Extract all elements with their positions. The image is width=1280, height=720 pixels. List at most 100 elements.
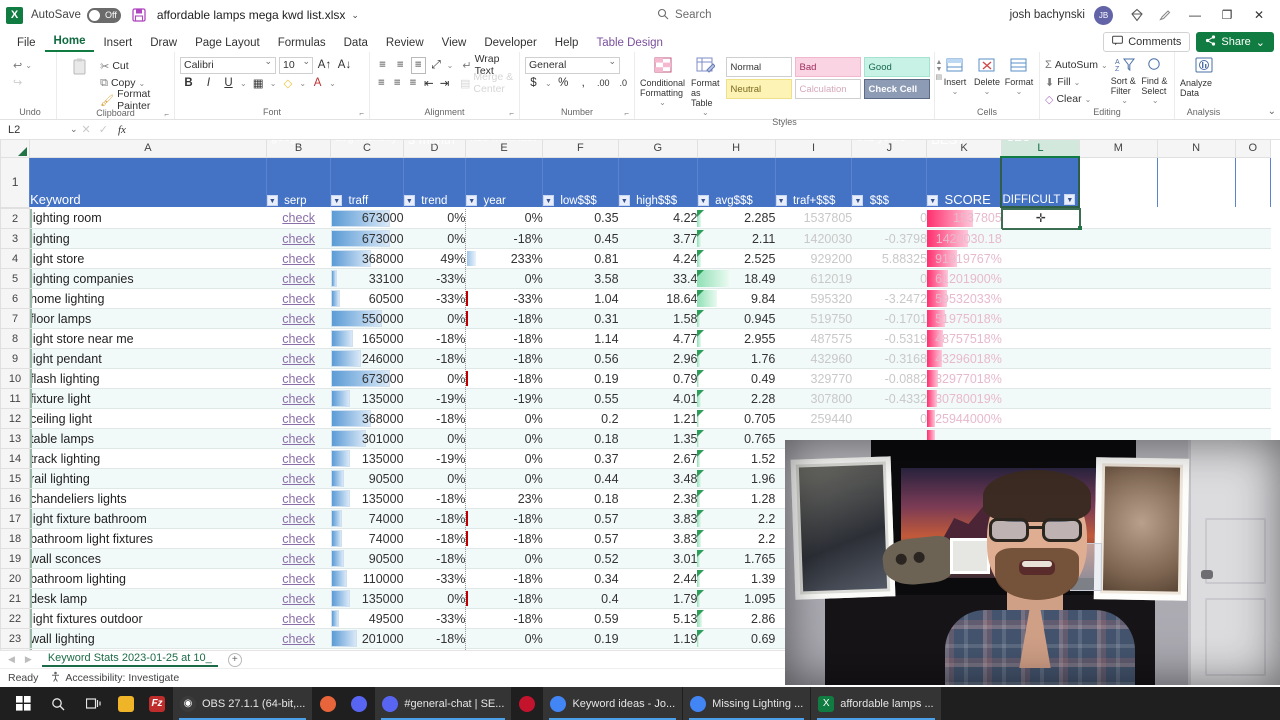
cell-seo-difficulty[interactable] [1001, 408, 1080, 429]
cell-rise-from-last-year[interactable]: -33% [465, 288, 543, 309]
tab-formulas[interactable]: Formulas [269, 35, 335, 52]
cell-check-link[interactable]: check [266, 228, 331, 249]
cell-3-month-trend[interactable]: -18% [403, 348, 467, 369]
cell-keyword[interactable]: recessed lighting [29, 648, 267, 650]
add-sheet-button[interactable]: + [227, 652, 242, 667]
cell-this-years-dollar[interactable]: 0 [852, 408, 928, 429]
cell-check-link[interactable]: check [266, 528, 331, 549]
tab-insert[interactable]: Insert [94, 35, 141, 52]
cell-3-month-trend[interactable]: -19% [403, 388, 467, 409]
cell-low-dollar[interactable]: 0.18 [542, 488, 619, 509]
filter-dropdown-icon[interactable]: ▼ [697, 195, 709, 207]
cell-avg-monthly-traff[interactable]: 135000 [330, 448, 404, 469]
delete-cells-button[interactable]: Delete ⌄ [972, 57, 1002, 97]
pen-icon[interactable] [1152, 3, 1178, 27]
cell-low-dollar[interactable]: 3.58 [542, 268, 619, 289]
cell-rise-from-last-year[interactable]: 233% [465, 248, 543, 269]
cell-high-dollar[interactable]: 2.52 [618, 648, 698, 650]
cell-avg-monthly-traff[interactable]: 90500 [330, 468, 404, 489]
cell-3-month-trend[interactable]: -18% [403, 648, 467, 650]
tab-data[interactable]: Data [335, 35, 377, 52]
cell-avg-dollar[interactable]: 1.525 [697, 648, 776, 650]
cell-avg-dollar[interactable]: 2.28 [697, 388, 776, 409]
cell-rise-from-last-year[interactable]: 23% [465, 488, 543, 509]
cell-3-month-trend[interactable]: 0% [403, 208, 467, 229]
cell-check-link[interactable]: check [266, 428, 331, 449]
cell-o[interactable] [1235, 368, 1271, 389]
header-this-years-dollar[interactable]: this years ▼ $$$ [851, 140, 928, 207]
cell-rise-from-last-year[interactable]: 0% [465, 428, 543, 449]
cell-high-dollar[interactable]: 1.35 [618, 428, 698, 449]
row-header-18[interactable]: 18 [0, 528, 31, 549]
cell-keyword[interactable]: ceiling light [29, 408, 267, 429]
style-neutral[interactable]: Neutral [725, 79, 792, 99]
filter-dropdown-icon[interactable]: ▼ [927, 195, 939, 207]
cell-avg-monthly-traff[interactable]: 90500 [330, 548, 404, 569]
cell-this-years-dollar[interactable]: 0 [852, 268, 928, 289]
cell-check-link[interactable]: check [266, 468, 331, 489]
cell-keyword[interactable]: light store near me [29, 328, 267, 349]
cell-o[interactable] [1235, 388, 1271, 409]
cell-avg-monthly-traff[interactable]: 135000 [330, 388, 404, 409]
cell-avg-dollar[interactable]: 1.96 [697, 468, 776, 489]
table-row[interactable]: 7 floor lamps check 550000 0% -18% 0.31 1.58 0.9… [0, 308, 1271, 329]
cell-high-dollar[interactable]: 3.83 [618, 508, 698, 529]
cell-avg-monthly-traff[interactable]: 110000 [330, 568, 404, 589]
cell-check-link[interactable]: check [266, 308, 331, 329]
cell-3-month-trend[interactable]: -18% [403, 628, 467, 649]
cell-check-link[interactable]: check [266, 368, 331, 389]
cell-keyword[interactable]: wall lighting [29, 628, 267, 649]
column-header-O[interactable]: O [1234, 140, 1272, 158]
collapse-ribbon-button[interactable]: ⌄ [1268, 106, 1276, 117]
style-bad[interactable]: Bad [794, 57, 861, 77]
cell-avg-dollar[interactable]: 18.49 [697, 268, 776, 289]
decrease-decimal-icon[interactable]: .0 [615, 75, 632, 92]
underline-button[interactable]: U [220, 75, 237, 92]
header-traf-plus-dollar[interactable]: ▼ traf+$$$ [775, 157, 853, 207]
header-low-dollar[interactable]: ▼ low$$$ [542, 157, 619, 207]
cell-seo-difficulty[interactable] [1001, 248, 1080, 269]
row-header-8[interactable]: 8 [0, 328, 31, 349]
cell-rise-from-last-year[interactable]: -18% [465, 228, 543, 249]
row-header-11[interactable]: 11 [0, 388, 31, 409]
row-header-10[interactable]: 10 [0, 368, 31, 389]
cell-low-dollar[interactable]: 0.57 [542, 528, 619, 549]
cell-this-years-dollar[interactable]: -0.5319 [852, 328, 928, 349]
cell-this-years-dollar[interactable]: -0.3798 [852, 228, 928, 249]
cell-rise-from-last-year[interactable]: -18% [465, 348, 543, 369]
cell-o[interactable] [1235, 248, 1271, 269]
cell-high-dollar[interactable]: 3.01 [618, 548, 698, 569]
cell-keyword[interactable]: rail lighting [29, 468, 267, 489]
cell-o[interactable] [1235, 328, 1271, 349]
cell-check-link[interactable]: check [266, 508, 331, 529]
cell-3-month-trend[interactable]: -19% [403, 448, 467, 469]
bold-button[interactable]: B [180, 75, 197, 92]
cell-low-dollar[interactable]: 0.56 [542, 348, 619, 369]
find-select-button[interactable]: Find & Select ⌄ [1141, 57, 1169, 106]
cell-high-dollar[interactable]: 4.22 [618, 208, 698, 229]
currency-button[interactable]: $ [525, 75, 542, 92]
style-good[interactable]: Good [863, 57, 930, 77]
row-header-14[interactable]: 14 [0, 448, 31, 469]
cell-keyword[interactable]: lighting [29, 228, 267, 249]
percent-button[interactable]: % [555, 75, 572, 92]
tab-home[interactable]: Home [44, 33, 95, 52]
cell-low-dollar[interactable]: 0.34 [542, 568, 619, 589]
cell-avg-monthly-traff[interactable]: 33100 [330, 268, 404, 289]
tab-help[interactable]: Help [546, 35, 588, 52]
tab-page-layout[interactable]: Page Layout [186, 35, 269, 52]
cell-m[interactable] [1079, 408, 1158, 429]
filter-dropdown-icon[interactable]: ▼ [1064, 194, 1076, 205]
cell-high-dollar[interactable]: 5.13 [618, 608, 698, 629]
cell-rise-from-last-year[interactable]: 0% [465, 268, 543, 289]
cell-high-dollar[interactable]: 3.48 [618, 468, 698, 489]
tab-file[interactable]: File [8, 35, 45, 52]
row-header-17[interactable]: 17 [0, 508, 31, 529]
table-row[interactable]: 6 home lighting check 60500 -33% -33% 1.04 18.6… [0, 288, 1271, 309]
cell-check-link[interactable]: check [266, 548, 331, 569]
number-format-select[interactable]: General [525, 56, 620, 74]
cell-check-link[interactable]: check [266, 268, 331, 289]
confirm-icon[interactable]: ✓ [99, 123, 108, 136]
taskbar-item-chrome-keyword-ideas[interactable]: Keyword ideas - Jo... [543, 687, 683, 720]
header-3-month-trend[interactable]: 3 month ▼ trend [403, 140, 467, 207]
